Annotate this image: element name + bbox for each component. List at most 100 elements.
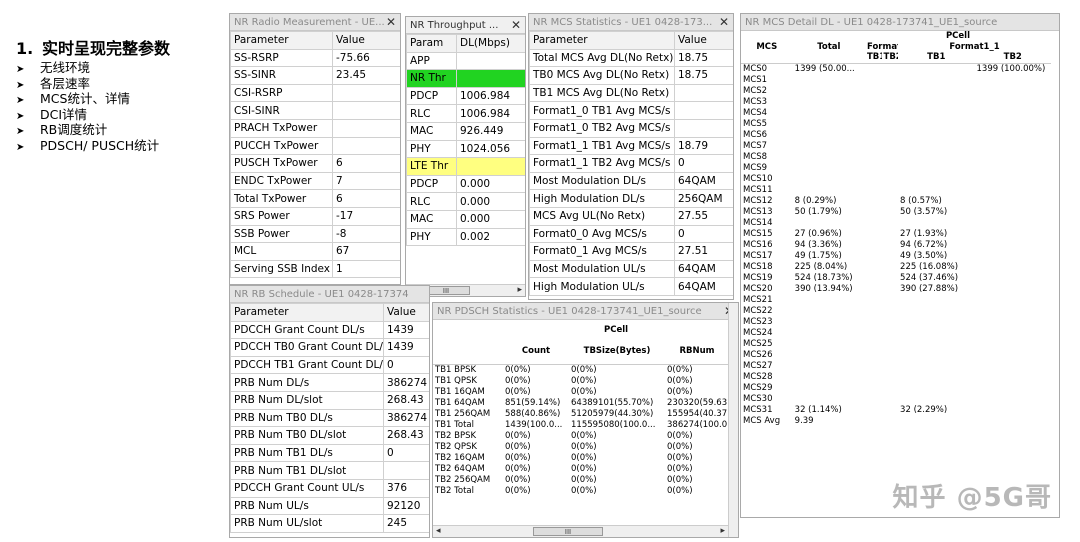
table-row[interactable]: Format1_0 TB1 Avg MCS/s (529, 101, 733, 120)
table-row[interactable]: PRB Num TB1 DL/slot (230, 461, 429, 480)
table-row[interactable]: Total TxPower 6 (230, 189, 400, 208)
table-row[interactable]: TB0 MCS Avg DL(No Retx) 18.75 (529, 66, 733, 85)
table-row[interactable]: MCS2 (741, 85, 1051, 96)
column-header[interactable]: Parameter (230, 31, 333, 50)
table-row[interactable]: LTE Thr (406, 157, 525, 176)
table-row[interactable]: PRACH TxPower (230, 118, 400, 138)
close-icon[interactable]: ✕ (386, 14, 396, 30)
mcs-detail-titlebar[interactable]: NR MCS Detail DL - UE1 0428-173741_UE1_s… (741, 14, 1059, 31)
column-header[interactable]: Value (674, 31, 733, 50)
table-row[interactable]: MCL 67 (230, 242, 400, 261)
column-header[interactable]: MCS (741, 31, 793, 63)
column-header[interactable]: TB1 (898, 52, 974, 63)
table-row[interactable]: MCS20 390 (13.94%) 390 (27.88%) (741, 283, 1051, 294)
table-row[interactable]: MCS19 524 (18.73%) 524 (37.46%) (741, 272, 1051, 283)
table-row[interactable]: RLC 0.000 (406, 192, 525, 211)
table-row[interactable]: MCS27 (741, 360, 1051, 371)
table-row[interactable]: MCS26 (741, 349, 1051, 360)
table-row[interactable]: SSB Power -8 (230, 224, 400, 244)
table-row[interactable]: PDCCH Grant Count DL/s 1439 (230, 320, 429, 340)
table-row[interactable]: PHY 0.002 (406, 227, 525, 247)
table-row[interactable]: TB2 256QAM 0(0%) 0(0%) 0(0%) (433, 474, 729, 485)
table-row[interactable]: NR Thr (406, 69, 525, 88)
column-header[interactable]: Value (332, 31, 400, 50)
scroll-left-icon[interactable]: ◂ (436, 526, 441, 536)
table-row[interactable]: PRB Num UL/slot 245 (230, 514, 429, 533)
column-header[interactable]: Value (383, 303, 429, 322)
table-row[interactable]: TB2 Total 0(0%) 0(0%) 0(0%) (433, 485, 729, 496)
table-row[interactable]: PRB Num DL/slot 268.43 (230, 390, 429, 410)
table-row[interactable]: MCS5 (741, 118, 1051, 129)
table-row[interactable]: MCS28 (741, 371, 1051, 382)
table-row[interactable]: RLC 1006.984 (406, 104, 525, 123)
table-row[interactable]: High Modulation UL/s 64QAM (529, 277, 733, 296)
table-row[interactable]: MCS18 225 (8.04%) 225 (16.08%) (741, 261, 1051, 272)
table-row[interactable]: TB2 QPSK 0(0%) 0(0%) 0(0%) (433, 441, 729, 452)
table-row[interactable]: ENDC TxPower 7 (230, 171, 400, 191)
column-header[interactable]: TB1 (865, 52, 882, 63)
table-row[interactable]: SS-SINR 23.45 (230, 66, 400, 85)
table-row[interactable]: TB2 16QAM 0(0%) 0(0%) 0(0%) (433, 452, 729, 463)
table-row[interactable]: MCS14 (741, 217, 1051, 228)
table-row[interactable]: MCS12 8 (0.29%) 8 (0.57%) (741, 195, 1051, 206)
table-row[interactable]: MAC 0.000 (406, 209, 525, 229)
table-row[interactable]: MCS4 (741, 107, 1051, 118)
table-row[interactable]: MCS3 (741, 96, 1051, 107)
column-header[interactable]: Parameter (230, 303, 384, 322)
table-row[interactable]: MCS7 (741, 140, 1051, 151)
table-row[interactable]: PRB Num TB0 DL/s 386274 (230, 408, 429, 428)
close-icon[interactable]: ✕ (719, 14, 729, 30)
column-header[interactable]: Format1_1 (898, 41, 1051, 52)
mcs-statistics-titlebar[interactable]: NR MCS Statistics - UE1 0428-173... ✕ (529, 14, 733, 31)
table-row[interactable]: PUCCH TxPower (230, 136, 400, 156)
column-header[interactable]: Format1_0 (865, 41, 898, 52)
table-row[interactable]: SRS Power -17 (230, 206, 400, 226)
table-row[interactable]: CSI-SINR (230, 101, 400, 120)
close-icon[interactable]: ✕ (511, 17, 521, 33)
scroll-right-icon[interactable]: ▸ (517, 285, 522, 295)
table-row[interactable]: PRB Num UL/s 92120 (230, 496, 429, 516)
table-row[interactable]: MCS Avg UL(No Retx) 27.55 (529, 206, 733, 226)
table-row[interactable]: Total MCS Avg DL(No Retx) 18.75 (529, 48, 733, 68)
table-row[interactable]: PDCCH Grant Count UL/s 376 (230, 478, 429, 498)
table-row[interactable]: CSI-RSRP (230, 83, 400, 103)
table-row[interactable]: High Modulation DL/s 256QAM (529, 189, 733, 208)
table-row[interactable]: PRB Num TB0 DL/slot 268.43 (230, 426, 429, 445)
table-row[interactable]: PHY 1024.056 (406, 139, 525, 159)
table-row[interactable]: MCS10 (741, 173, 1051, 184)
rb-schedule-titlebar[interactable]: NR RB Schedule - UE1 0428-17374 (230, 286, 429, 303)
vertical-scrollbar[interactable] (728, 303, 738, 537)
column-header[interactable]: TB2 (975, 52, 1052, 63)
table-row[interactable]: MCS25 (741, 338, 1051, 349)
table-row[interactable]: Most Modulation UL/s 64QAM (529, 259, 733, 279)
table-row[interactable]: TB2 BPSK 0(0%) 0(0%) 0(0%) (433, 430, 729, 441)
column-header[interactable]: Total (793, 31, 865, 63)
table-row[interactable]: TB1 BPSK 0(0%) 0(0%) 0(0%) (433, 364, 729, 375)
table-row[interactable]: Most Modulation DL/s 64QAM (529, 171, 733, 191)
table-row[interactable]: MCS6 (741, 129, 1051, 140)
table-row[interactable]: TB1 QPSK 0(0%) 0(0%) 0(0%) (433, 375, 729, 386)
table-row[interactable]: TB1 Total 1439(100.0... 115595080(100.0...… (433, 419, 729, 430)
column-header[interactable]: TB2 (882, 52, 899, 63)
table-row[interactable]: MCS17 49 (1.75%) 49 (3.50%) (741, 250, 1051, 261)
column-header[interactable]: RBNum (665, 339, 729, 364)
table-row[interactable]: PDCP 0.000 (406, 174, 525, 194)
table-row[interactable]: MAC 926.449 (406, 121, 525, 141)
table-row[interactable]: Format1_0 TB2 Avg MCS/s (529, 118, 733, 138)
table-row[interactable]: MCS8 (741, 151, 1051, 162)
scroll-right-icon[interactable]: ▸ (720, 526, 725, 536)
table-row[interactable]: MCS30 (741, 393, 1051, 404)
table-row[interactable]: PDCP 1006.984 (406, 86, 525, 106)
table-row[interactable]: PRB Num DL/s 386274 (230, 373, 429, 392)
table-row[interactable]: MCS13 50 (1.79%) 50 (3.57%) (741, 206, 1051, 217)
table-row[interactable]: MCS24 (741, 327, 1051, 338)
table-row[interactable]: MCS1 (741, 74, 1051, 85)
table-row[interactable]: APP (406, 51, 525, 71)
horizontal-scrollbar[interactable]: ◂ III ▸ (433, 525, 728, 537)
table-row[interactable]: MCS15 27 (0.96%) 27 (1.93%) (741, 228, 1051, 239)
table-row[interactable]: Format0_0 Avg MCS/s 0 (529, 224, 733, 244)
scroll-thumb[interactable]: III (533, 527, 603, 536)
table-row[interactable]: Format1_1 TB2 Avg MCS/s 0 (529, 154, 733, 173)
table-row[interactable]: TB1 256QAM 588(40.86%) 51205979(44.30%) 155… (433, 408, 729, 419)
pdsch-statistics-titlebar[interactable]: NR PDSCH Statistics - UE1 0428-173741_UE… (433, 303, 738, 320)
